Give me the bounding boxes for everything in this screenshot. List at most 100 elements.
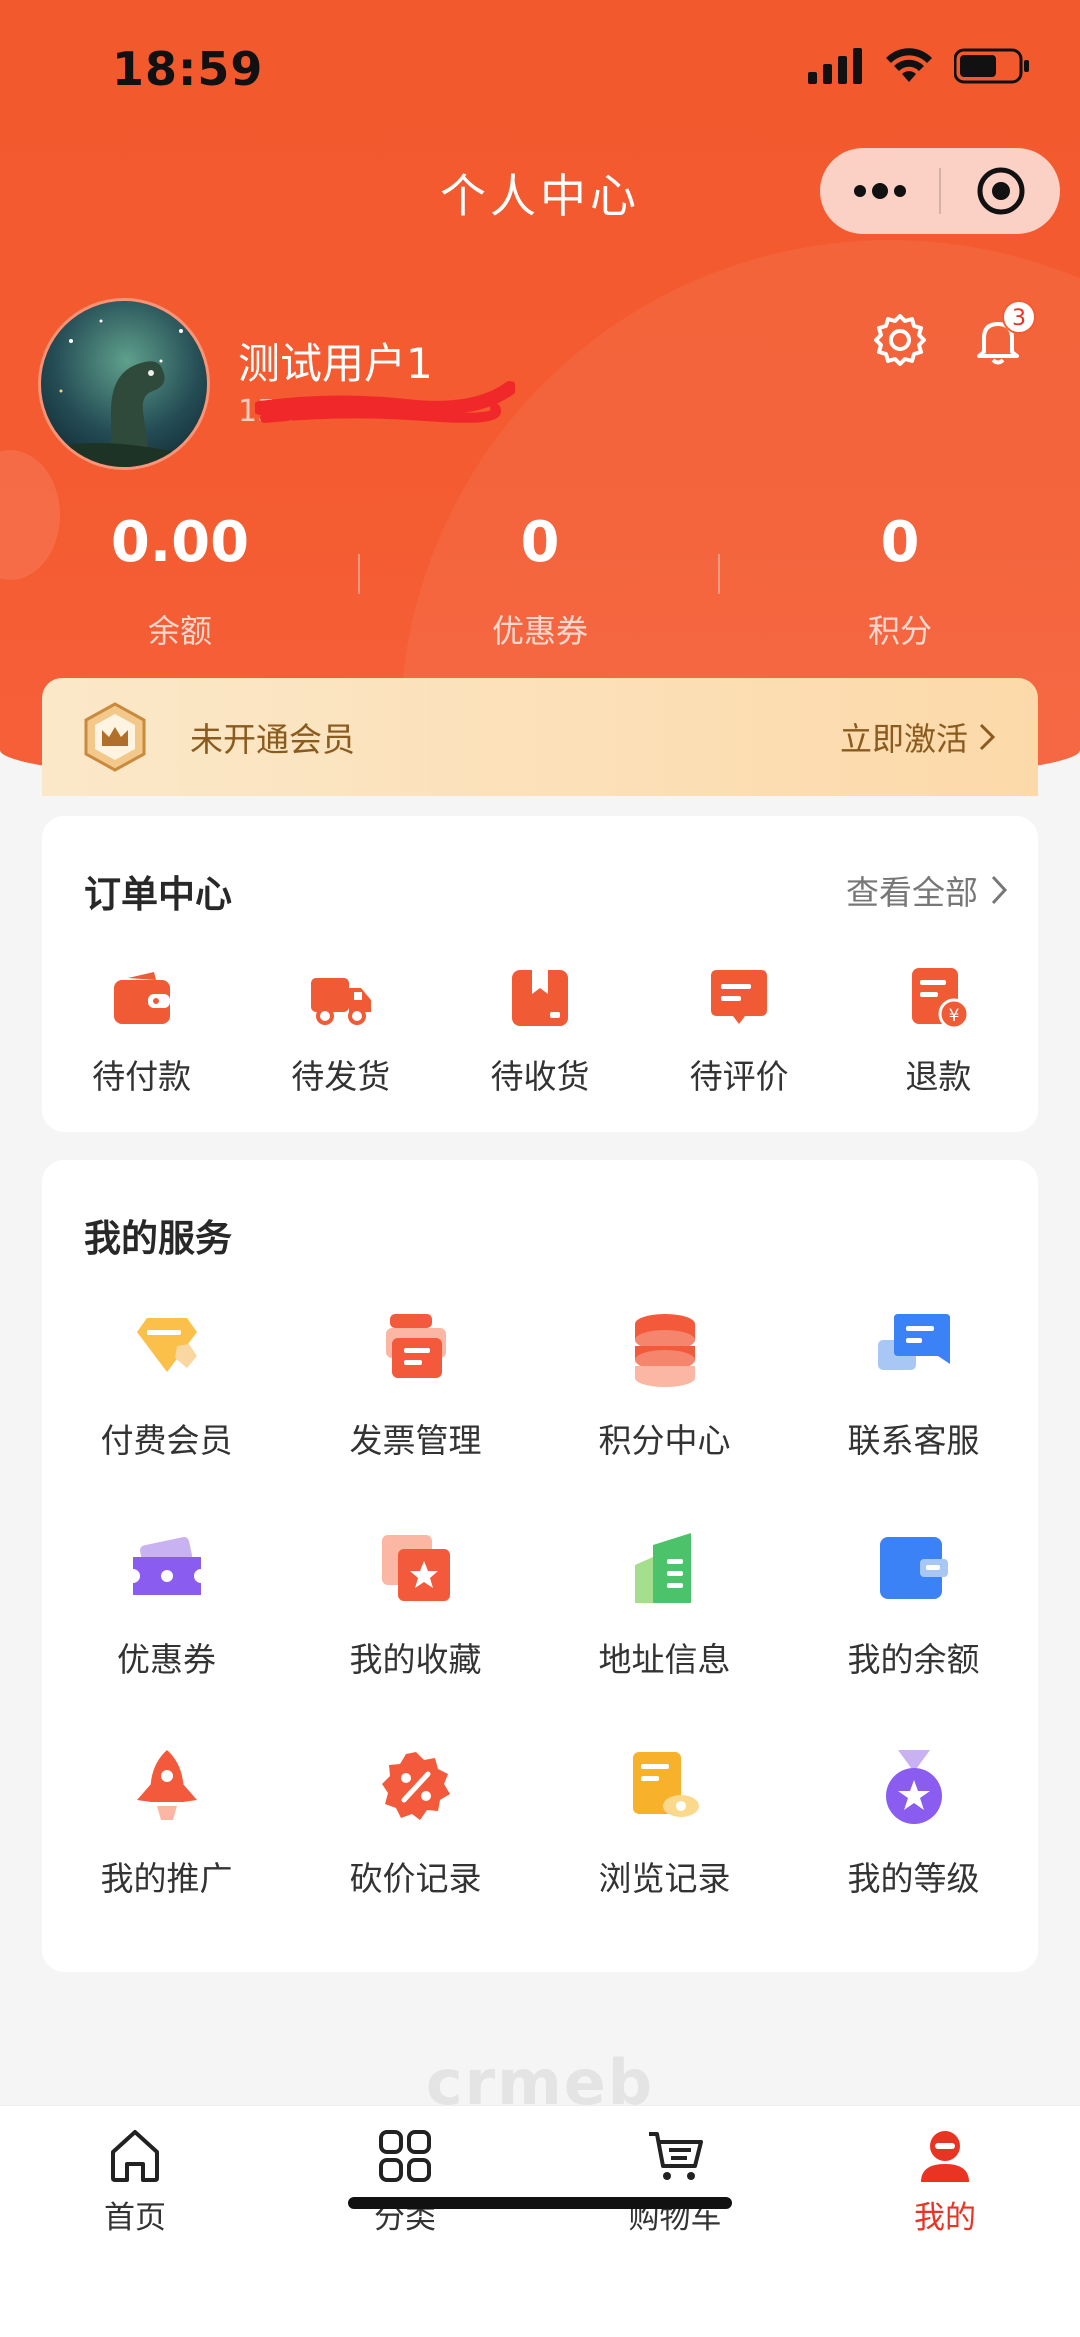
miniprogram-capsule	[820, 148, 1060, 234]
notification-button[interactable]: 3	[970, 300, 1036, 372]
phone-redaction-scribble	[255, 381, 515, 423]
service-label: 我的推广	[100, 1859, 233, 1898]
stat-points[interactable]: 0 积分	[720, 508, 1080, 652]
notification-badge: 3	[1002, 300, 1036, 334]
order-label: 待付款	[92, 1057, 192, 1096]
refund-icon: ¥	[912, 968, 970, 1030]
stat-label: 积分	[867, 612, 932, 650]
stat-value: 0	[880, 510, 920, 575]
star-icon	[381, 1535, 450, 1601]
service-my-level[interactable]: 我的等级	[789, 1748, 1038, 1967]
service-balance[interactable]: 我的余额	[789, 1529, 1038, 1748]
wallet-icon	[113, 972, 170, 1024]
view-all-orders-link[interactable]: 查看全部	[846, 866, 1008, 914]
order-center-card: 订单中心 查看全部 待付款 待发货 待收货 待评价 ¥ 退款	[42, 816, 1038, 1132]
diamond-icon	[136, 1318, 197, 1372]
service-label: 联系客服	[847, 1421, 980, 1460]
order-center-title: 订单中心	[84, 873, 232, 916]
target-icon	[977, 167, 1024, 215]
comment-icon	[711, 970, 768, 1024]
coins-icon	[634, 1314, 695, 1387]
service-address[interactable]: 地址信息	[540, 1529, 789, 1748]
service-label: 我的余额	[847, 1640, 980, 1679]
service-points-center[interactable]: 积分中心	[540, 1310, 789, 1529]
service-label: 砍价记录	[349, 1859, 482, 1898]
wifi-icon	[886, 48, 932, 82]
tab-home[interactable]: 首页	[0, 2106, 270, 2256]
my-services-card: 我的服务 付费会员 发票管理 积分中心 联系客服 优惠券 我的收藏 地址信息 我…	[42, 1160, 1038, 1972]
battery-icon	[954, 48, 1029, 84]
activate-label: 立即激活	[839, 720, 968, 758]
stat-label: 优惠券	[491, 612, 588, 650]
order-label: 待评价	[689, 1057, 789, 1096]
service-coupons[interactable]: 优惠券	[42, 1529, 291, 1748]
wallet-card-icon	[879, 1537, 948, 1599]
avatar[interactable]	[38, 298, 210, 470]
service-bargain-records[interactable]: 砍价记录	[291, 1748, 540, 1967]
status-bar: 18:59	[0, 0, 1080, 140]
chat-icon	[877, 1314, 950, 1370]
service-label: 优惠券	[117, 1640, 216, 1679]
stat-label: 余额	[147, 612, 212, 650]
service-label: 浏览记录	[598, 1859, 731, 1898]
service-customer-support[interactable]: 联系客服	[789, 1310, 1038, 1529]
home-icon	[111, 2130, 159, 2182]
order-pending-review[interactable]: 待评价	[640, 966, 839, 1098]
grid-icon	[379, 2130, 431, 2182]
membership-banner[interactable]: 未开通会员 立即激活	[42, 678, 1038, 796]
tab-mine[interactable]: 我的	[810, 2106, 1080, 2256]
service-invoice[interactable]: 发票管理	[291, 1310, 540, 1529]
tab-cart[interactable]: 购物车	[540, 2106, 810, 2256]
stat-balance[interactable]: 0.00 余额	[0, 508, 360, 652]
order-label: 待收货	[490, 1057, 590, 1096]
status-time: 18:59	[112, 42, 264, 96]
order-label: 退款	[905, 1057, 972, 1096]
tab-category[interactable]: 分类	[270, 2106, 540, 2256]
order-pending-shipment[interactable]: 待发货	[241, 966, 440, 1098]
view-all-label: 查看全部	[846, 873, 978, 912]
stat-coupons[interactable]: 0 优惠券	[360, 508, 720, 652]
truck-icon	[310, 978, 371, 1025]
svg-text:¥: ¥	[949, 1006, 960, 1026]
tab-label: 首页	[104, 2200, 166, 2236]
more-button[interactable]	[820, 148, 939, 234]
stat-value: 0.00	[110, 510, 250, 575]
service-promotion[interactable]: 我的推广	[42, 1748, 291, 1967]
service-label: 付费会员	[100, 1421, 233, 1460]
invoice-icon	[385, 1314, 446, 1378]
crown-badge-icon	[84, 702, 146, 772]
service-label: 积分中心	[598, 1421, 731, 1460]
order-pending-payment[interactable]: 待付款	[42, 966, 241, 1098]
service-paid-membership[interactable]: 付费会员	[42, 1310, 291, 1529]
service-favorites[interactable]: 我的收藏	[291, 1529, 540, 1748]
chevron-right-icon	[991, 875, 1008, 905]
rocket-icon	[136, 1750, 197, 1820]
service-browse-history[interactable]: 浏览记录	[540, 1748, 789, 1967]
cart-icon	[649, 2132, 703, 2180]
discount-icon	[381, 1752, 450, 1820]
signal-icon	[808, 48, 862, 84]
order-refund[interactable]: ¥ 退款	[839, 966, 1038, 1098]
package-icon	[511, 970, 568, 1026]
address-icon	[634, 1533, 691, 1603]
service-label: 我的等级	[847, 1859, 980, 1898]
service-label: 我的收藏	[349, 1640, 482, 1679]
chevron-right-icon	[979, 723, 996, 751]
medal-icon	[885, 1750, 942, 1824]
stat-value: 0	[520, 510, 560, 575]
my-services-title: 我的服务	[84, 1217, 232, 1260]
user-icon	[921, 2131, 969, 2182]
settings-icon[interactable]	[872, 312, 928, 368]
account-stats: 0.00 余额 0 优惠券 0 积分	[0, 508, 1080, 652]
close-miniprogram-button[interactable]	[941, 148, 1060, 234]
avatar-image	[41, 301, 207, 467]
bottom-tab-bar: 首页 分类 购物车 我的	[0, 2105, 1080, 2337]
more-dots-icon	[853, 183, 906, 199]
tab-label: 我的	[914, 2200, 976, 2236]
order-label: 待发货	[291, 1057, 391, 1096]
home-indicator	[348, 2197, 732, 2209]
activate-membership-link[interactable]: 立即激活	[840, 714, 996, 760]
service-label: 地址信息	[598, 1640, 731, 1679]
order-pending-receipt[interactable]: 待收货	[440, 966, 639, 1098]
ticket-icon	[132, 1536, 201, 1595]
